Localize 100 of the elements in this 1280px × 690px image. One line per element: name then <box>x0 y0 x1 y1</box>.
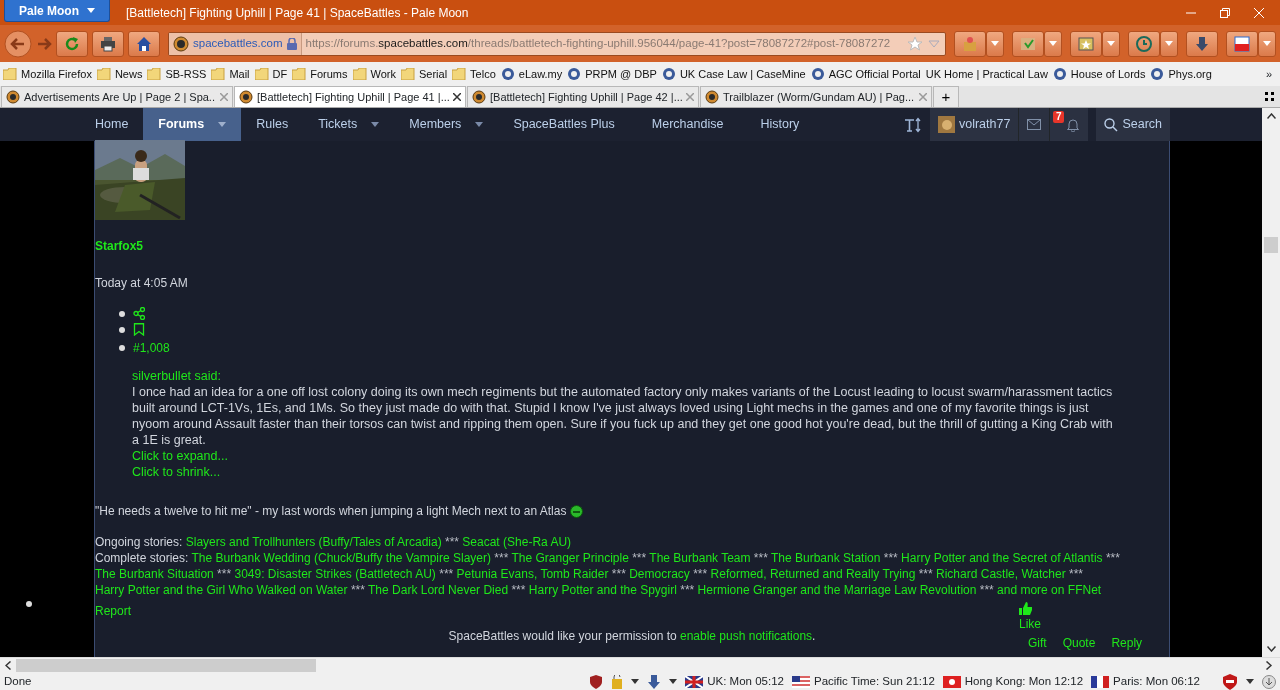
report-link[interactable]: Report <box>95 602 132 620</box>
bookmark-item[interactable]: Telco <box>470 65 496 83</box>
story-link[interactable]: Harry Potter and the Girl Who Walked on Water <box>95 583 348 597</box>
horizontal-scrollbar[interactable] <box>0 657 1280 673</box>
story-link[interactable]: Seacat (She-Ra AU) <box>462 535 572 549</box>
story-link[interactable]: 3049: Disaster Strikes (Battletech AU) <box>234 567 436 581</box>
story-link[interactable]: Harry Potter and the Spygirl <box>528 583 677 597</box>
nav-tab[interactable]: Rules <box>241 108 304 141</box>
nav-tab[interactable]: Members <box>394 108 499 141</box>
bookmark-item[interactable]: PRPM @ DBP <box>585 65 657 83</box>
overflow-chevron[interactable]: » <box>1265 65 1280 83</box>
action-link[interactable]: Reply <box>1111 637 1143 649</box>
scroll-right-icon[interactable] <box>1266 661 1272 670</box>
user-menu[interactable]: volrath77 <box>929 108 1019 141</box>
adblock-icon[interactable] <box>1222 673 1238 690</box>
quote-author-link[interactable]: silverbullet said: <box>132 368 1114 384</box>
nav-tab[interactable]: SpaceBattles Plus <box>498 108 637 141</box>
scroll-thumb[interactable] <box>16 659 316 672</box>
story-link[interactable]: The Granger Principle <box>511 551 629 565</box>
username[interactable]: Starfox5 <box>95 237 1169 255</box>
story-link[interactable]: Hermione Granger and the Marriage Law Revolution <box>697 583 977 597</box>
search-button[interactable]: Search <box>1096 108 1170 141</box>
alerts-button[interactable]: 7 <box>1049 108 1089 141</box>
scroll-down-icon[interactable] <box>1266 646 1276 652</box>
bookmark-item[interactable]: eLaw.my <box>518 65 563 83</box>
caret-icon[interactable] <box>631 679 640 684</box>
news-button[interactable] <box>1226 30 1258 57</box>
download-button[interactable] <box>1186 30 1218 57</box>
bookmark-item[interactable]: AGC Official Portal <box>828 65 921 83</box>
maximize-icon[interactable] <box>1220 7 1230 18</box>
browser-tab[interactable]: [Battletech] Fighting Uphill | Page 42 |... <box>467 86 699 107</box>
app-menu-button[interactable]: Pale Moon <box>4 0 110 22</box>
caret-icon[interactable] <box>1246 679 1254 684</box>
bookmark-item[interactable]: DF <box>272 65 288 83</box>
nav-tab[interactable]: Forums <box>143 108 242 141</box>
story-link[interactable]: Slayers and Trollhunters (Buffy/Tales of Arcadia) <box>185 535 442 549</box>
story-link[interactable]: The Burbank Team <box>649 551 751 565</box>
shrink-link[interactable]: Click to shrink... <box>132 464 221 480</box>
book-button[interactable] <box>1012 30 1044 57</box>
bookmark-item[interactable]: House of Lords <box>1070 65 1146 83</box>
story-link[interactable]: The Burbank Wedding (Chuck/Buffy the Vampire Slayer) <box>191 551 491 565</box>
browser-tab[interactable]: Trailblazer (Worm/Gundam AU) | Pag... <box>700 86 932 107</box>
caret-icon[interactable] <box>669 679 678 684</box>
messages-button[interactable] <box>1018 108 1050 141</box>
bookmark-item[interactable]: SB-RSS <box>165 65 207 83</box>
dropdown-button[interactable] <box>1258 30 1276 57</box>
bookmark-item[interactable]: Phys.org <box>1168 65 1212 83</box>
bookmark-item[interactable]: Serial <box>419 65 448 83</box>
shield-icon[interactable] <box>589 674 604 689</box>
address-bar[interactable]: spacebattles.com https://forums.spacebattles.com/threads/battletech-fighting-uphill.956044/page-41?post=78087272#post-78087272 <box>168 31 946 56</box>
story-link[interactable]: The Dark Lord Never Died <box>368 583 509 597</box>
vertical-scrollbar[interactable] <box>1262 108 1280 657</box>
bookmark-item[interactable]: Mail <box>229 65 250 83</box>
download-icon[interactable] <box>647 674 662 689</box>
extension-button[interactable] <box>954 30 986 57</box>
grid-icon[interactable] <box>1265 92 1274 101</box>
history-button[interactable] <box>1128 30 1160 57</box>
nav-tab[interactable]: Merchandise <box>636 108 746 141</box>
nav-tab[interactable]: Tickets <box>303 108 395 141</box>
bookmark-item[interactable]: Mozilla Firefox <box>21 65 92 83</box>
bookmark-item[interactable]: News <box>114 65 143 83</box>
nav-tab[interactable]: Home <box>80 108 144 141</box>
story-link[interactable]: The Burbank Situation <box>95 567 214 581</box>
dropdown-button[interactable] <box>1160 30 1178 57</box>
bookmark-item[interactable]: Work <box>370 65 396 83</box>
action-link[interactable]: Gift <box>1028 637 1047 649</box>
star-icon[interactable] <box>907 35 923 52</box>
download-status-icon[interactable] <box>1262 674 1276 689</box>
home-button[interactable] <box>128 30 160 57</box>
close-icon[interactable] <box>453 93 461 101</box>
story-link[interactable]: Reformed, Returned and Really Trying <box>710 567 916 581</box>
share-icon[interactable] <box>133 307 145 320</box>
action-link[interactable]: Quote <box>1062 637 1096 649</box>
browser-tab[interactable]: Advertisements Are Up | Page 2 | Spa... <box>1 86 233 107</box>
like-button[interactable]: Like <box>1019 602 1042 633</box>
story-link[interactable]: The Burbank Station <box>771 551 881 565</box>
scroll-up-icon[interactable] <box>1266 113 1276 119</box>
scroll-left-icon[interactable] <box>5 661 11 670</box>
story-link[interactable]: Richard Castle, Watcher <box>936 567 1066 581</box>
new-tab-button[interactable]: + <box>933 86 959 107</box>
scroll-thumb[interactable] <box>1264 237 1278 253</box>
bookmark-item[interactable]: UK Case Law | CaseMine <box>679 65 806 83</box>
dropdown-button[interactable] <box>986 30 1004 57</box>
nav-tab[interactable]: History <box>745 108 822 141</box>
story-link[interactable]: Democracy <box>629 567 690 581</box>
expand-link[interactable]: Click to expand... <box>132 448 1114 464</box>
story-link[interactable]: and more on FFNet <box>997 583 1102 597</box>
story-link[interactable]: Petunia Evans, Tomb Raider <box>456 567 609 581</box>
browser-tab[interactable]: [Battletech] Fighting Uphill | Page 41 |... <box>234 86 466 107</box>
bookmarks-button[interactable] <box>1070 30 1102 57</box>
text-size-icon[interactable] <box>903 116 922 133</box>
bookmark-item[interactable]: UK Home | Practical Law <box>925 65 1048 83</box>
print-button[interactable] <box>92 30 124 57</box>
post-number-link[interactable]: #1,008 <box>133 339 170 357</box>
dropdown-button[interactable] <box>1102 30 1120 57</box>
bookmark-item[interactable]: Forums <box>310 65 348 83</box>
back-icon[interactable] <box>4 29 32 58</box>
story-link[interactable]: Harry Potter and the Secret of Atlantis <box>901 551 1103 565</box>
dropdown-button[interactable] <box>1044 30 1062 57</box>
bookmark-icon[interactable] <box>133 323 145 336</box>
